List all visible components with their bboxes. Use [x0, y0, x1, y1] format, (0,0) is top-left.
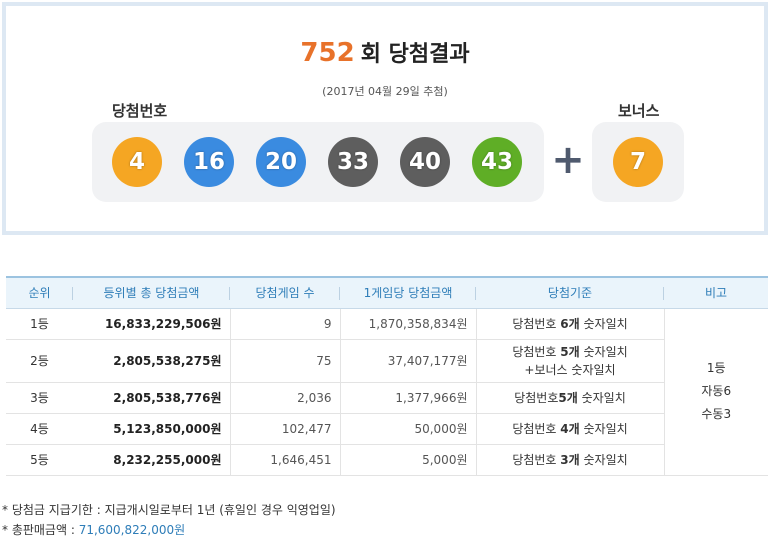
rank-cell: 1등 [6, 308, 73, 340]
rank-cell: 4등 [6, 413, 73, 445]
header-note: 비고 [664, 276, 768, 309]
ball-6: 43 [472, 137, 522, 187]
draw-title-suffix: 회 당첨결과 [360, 42, 470, 67]
total-cell: 8,232,255,000원 [73, 444, 231, 476]
ball-2: 16 [184, 137, 234, 187]
criteria-cell: 당첨번호 4개 숫자일치 [476, 413, 665, 445]
draw-round: 752 [300, 38, 355, 68]
count-cell: 75 [230, 339, 341, 383]
header-total: 등위별 총 당첨금액 [73, 276, 230, 309]
ball-1: 4 [112, 137, 162, 187]
header-criteria: 당첨기준 [476, 276, 664, 309]
payment-deadline-note: * 당첨금 지급기한 : 지급개시일로부터 1년 (휴일인 경우 익영업일) [2, 503, 336, 517]
table-row: 2등 2,805,538,275원 75 37,407,177원 당첨번호 5개… [6, 339, 768, 383]
criteria-cell: 당첨번호 3개 숫자일치 [476, 444, 665, 476]
footnotes: * 당첨금 지급기한 : 지급개시일로부터 1년 (휴일인 경우 익영업일) *… [2, 500, 336, 538]
each-cell: 1,870,358,834원 [340, 308, 477, 340]
plus-icon: + [551, 137, 585, 183]
table-row: 5등 8,232,255,000원 1,646,451 5,000원 당첨번호 … [6, 444, 768, 476]
ball-4: 33 [328, 137, 378, 187]
header-count: 당첨게임 수 [230, 276, 340, 309]
header-each: 1게임당 당첨금액 [340, 276, 476, 309]
ball-5: 40 [400, 137, 450, 187]
criteria-cell: 당첨번호 5개 숫자일치 +보너스 숫자일치 [476, 339, 665, 383]
rank-cell: 5등 [6, 444, 73, 476]
draw-date: (2017년 04월 29일 추첨) [322, 85, 448, 98]
table-row: 3등 2,805,538,776원 2,036 1,377,966원 당첨번호5… [6, 382, 768, 414]
prize-table: 순위 등위별 총 당첨금액 당첨게임 수 1게임당 당첨금액 당첨기준 비고 1… [6, 276, 768, 476]
criteria-cell: 당첨번호5개 숫자일치 [476, 382, 665, 414]
table-header: 순위 등위별 총 당첨금액 당첨게임 수 1게임당 당첨금액 당첨기준 비고 [6, 276, 768, 309]
each-cell: 1,377,966원 [340, 382, 477, 414]
count-cell: 2,036 [230, 382, 341, 414]
bonus-ball: 7 [613, 137, 663, 187]
total-cell: 2,805,538,776원 [73, 382, 231, 414]
winning-numbers: 4 16 20 33 40 43 [92, 122, 544, 202]
each-cell: 50,000원 [340, 413, 477, 445]
count-cell: 1,646,451 [230, 444, 341, 476]
total-cell: 16,833,229,506원 [73, 308, 231, 340]
draw-result-panel: 752 회 당첨결과 (2017년 04월 29일 추첨) 당첨번호 보너스 4 … [2, 2, 768, 235]
header-rank: 순위 [6, 276, 73, 309]
ball-3: 20 [256, 137, 306, 187]
bonus-label: 보너스 [618, 102, 660, 120]
total-sales-note: * 총판매금액 : 71,600,822,000원 [2, 523, 186, 537]
rank-cell: 2등 [6, 339, 73, 383]
count-cell: 9 [230, 308, 341, 340]
count-cell: 102,477 [230, 413, 341, 445]
each-cell: 37,407,177원 [340, 339, 477, 383]
note-cell: 1등 자동6 수동3 [664, 308, 768, 476]
winning-numbers-label: 당첨번호 [112, 102, 168, 120]
table-row: 4등 5,123,850,000원 102,477 50,000원 당첨번호 4… [6, 413, 768, 445]
total-cell: 5,123,850,000원 [73, 413, 231, 445]
total-sales-value: 71,600,822,000원 [78, 523, 186, 537]
table-row: 1등 16,833,229,506원 9 1,870,358,834원 당첨번호… [6, 308, 768, 476]
each-cell: 5,000원 [340, 444, 477, 476]
total-cell: 2,805,538,275원 [73, 339, 231, 383]
draw-title: 752 회 당첨결과 [6, 38, 764, 70]
criteria-cell: 당첨번호 6개 숫자일치 [476, 308, 665, 340]
bonus-number: 7 [592, 122, 684, 202]
rank-cell: 3등 [6, 382, 73, 414]
